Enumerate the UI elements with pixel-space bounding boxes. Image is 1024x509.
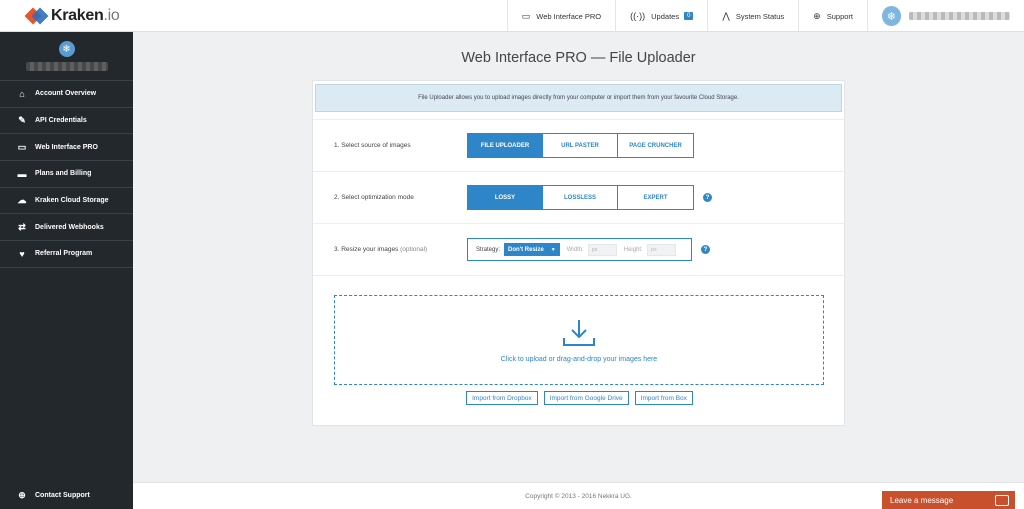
step-resize-optional: (optional) — [400, 246, 428, 253]
leave-message-button[interactable]: Leave a message — [882, 491, 1015, 509]
mode-help-icon[interactable]: ? — [703, 193, 712, 202]
chat-window-icon — [995, 494, 1009, 506]
kraken-logo-icon — [24, 6, 49, 26]
sidebar-profile: ❄ — [0, 32, 133, 81]
height-label: Height: — [623, 246, 643, 253]
arrows-icon: ⇄ — [18, 221, 26, 232]
broadcast-icon: ((·)) — [630, 11, 646, 21]
width-label: Width: — [566, 246, 584, 253]
resize-options: Strategy: Don't Resize ▼ Width: px Heigh… — [467, 238, 692, 261]
avatar: ❄ — [882, 6, 901, 26]
home-icon: ⌂ — [19, 88, 25, 99]
step-resize-title: 3. Resize your images — [334, 246, 399, 253]
step-resize-row: 3. Resize your images (optional) Strateg… — [313, 223, 846, 275]
sidebar-item-label: Web Interface PRO — [35, 143, 98, 151]
updates-count-badge: 0 — [684, 12, 694, 20]
sidebar-item-cloud-storage[interactable]: ☁ Kraken Cloud Storage — [0, 188, 133, 215]
topbar-updates[interactable]: ((·)) Updates 0 — [615, 0, 707, 32]
step-source-row: 1. Select source of images FILE UPLOADER… — [313, 119, 846, 171]
upload-dropzone[interactable]: Click to upload or drag-and-drop your im… — [334, 295, 824, 385]
topbar-system-status-label: System Status — [735, 11, 785, 21]
sidebar-item-label: Delivered Webhooks — [35, 223, 104, 231]
step-mode-row: 2. Select optimization mode LOSSY LOSSLE… — [313, 171, 846, 223]
width-input[interactable]: px — [587, 243, 617, 256]
sidebar-item-plans-billing[interactable]: ▬ Plans and Billing — [0, 161, 133, 188]
contact-support-label: Contact Support — [35, 491, 90, 499]
step-mode-label: 2. Select optimization mode — [334, 194, 414, 201]
logo[interactable]: Kraken.io — [0, 0, 133, 32]
sidebar-item-label: Plans and Billing — [35, 170, 92, 178]
sidebar-item-account-overview[interactable]: ⌂ Account Overview — [0, 81, 133, 108]
avatar: ❄ — [58, 41, 75, 57]
strategy-value: Don't Resize — [508, 246, 544, 253]
sidebar: Kraken.io ❄ ⌂ Account Overview ✎ API Cre… — [0, 0, 133, 509]
mode-lossless-button[interactable]: LOSSLESS — [543, 186, 618, 209]
pulse-icon: ⋀ — [722, 10, 730, 21]
caret-down-icon: ▼ — [550, 246, 556, 253]
import-box-button[interactable]: Import from Box — [634, 391, 693, 405]
strategy-label: Strategy: — [476, 246, 501, 253]
source-page-cruncher-button[interactable]: PAGE CRUNCHER — [618, 134, 693, 157]
resize-help-icon[interactable]: ? — [701, 245, 710, 254]
import-buttons: Import from Dropbox Import from Google D… — [313, 391, 846, 405]
topbar-web-interface-label: Web Interface PRO — [536, 11, 602, 21]
source-file-uploader-button[interactable]: FILE UPLOADER — [468, 134, 543, 157]
card-icon: ▬ — [17, 168, 27, 179]
heart-icon: ♥ — [19, 248, 25, 259]
import-dropbox-button[interactable]: Import from Dropbox — [466, 391, 538, 405]
divider — [313, 275, 846, 276]
dropzone-text: Click to upload or drag-and-drop your im… — [500, 355, 658, 363]
sidebar-item-label: Account Overview — [35, 90, 97, 98]
topbar-updates-label: Updates — [651, 11, 680, 21]
step-resize-label: 3. Resize your images (optional) — [313, 246, 467, 253]
topbar-web-interface[interactable]: ▭ Web Interface PRO — [506, 0, 615, 32]
top-bar: ▭ Web Interface PRO ((·)) Updates 0 ⋀ Sy… — [133, 0, 1024, 32]
strategy-dropdown[interactable]: Don't Resize ▼ — [504, 243, 560, 256]
user-email-redacted — [908, 12, 1010, 20]
step-source-label: 1. Select source of images — [334, 142, 411, 149]
wrench-icon: ✎ — [18, 115, 26, 126]
sidebar-item-webhooks[interactable]: ⇄ Delivered Webhooks — [0, 214, 133, 242]
source-url-paster-button[interactable]: URL PASTER — [543, 134, 618, 157]
import-google-drive-button[interactable]: Import from Google Drive — [543, 391, 629, 405]
username-redacted — [25, 62, 108, 71]
sidebar-item-api-credentials[interactable]: ✎ API Credentials — [0, 108, 133, 135]
chat-label: Leave a message — [890, 495, 954, 505]
monitor-icon: ▭ — [17, 141, 27, 152]
topbar-support[interactable]: ⊕ Support — [798, 0, 867, 32]
sidebar-item-web-interface-pro[interactable]: ▭ Web Interface PRO — [0, 134, 133, 162]
lifebuoy-icon: ⊕ — [18, 489, 26, 500]
download-icon — [563, 319, 595, 346]
sidebar-item-label: API Credentials — [35, 117, 87, 125]
copyright-text: Copyright © 2013 - 2016 Nekkra UG. — [525, 492, 632, 500]
cloud-icon: ☁ — [17, 195, 27, 206]
sidebar-item-referral[interactable]: ♥ Referral Program — [0, 241, 133, 268]
sidebar-item-label: Kraken Cloud Storage — [35, 197, 109, 205]
mode-selector: LOSSY LOSSLESS EXPERT — [467, 185, 694, 210]
lifebuoy-icon: ⊕ — [813, 10, 821, 21]
topbar-system-status[interactable]: ⋀ System Status — [707, 0, 798, 32]
source-selector: FILE UPLOADER URL PASTER PAGE CRUNCHER — [467, 133, 694, 158]
topbar-user-menu[interactable]: ❄ — [867, 0, 1024, 32]
uploader-card: File Uploader allows you to upload image… — [312, 80, 846, 426]
mode-expert-button[interactable]: EXPERT — [618, 186, 693, 209]
contact-support-link[interactable]: ⊕ Contact Support — [0, 487, 133, 503]
height-input[interactable]: px — [646, 243, 676, 256]
intro-notice: File Uploader allows you to upload image… — [315, 84, 842, 112]
topbar-support-label: Support — [826, 11, 853, 21]
page-title: Web Interface PRO — File Uploader — [461, 50, 696, 66]
brand-suffix: .io — [103, 6, 120, 24]
brand-name: Kraken — [51, 6, 104, 24]
sidebar-item-label: Referral Program — [35, 250, 93, 258]
monitor-icon: ▭ — [521, 10, 531, 21]
mode-lossy-button[interactable]: LOSSY — [468, 186, 543, 209]
